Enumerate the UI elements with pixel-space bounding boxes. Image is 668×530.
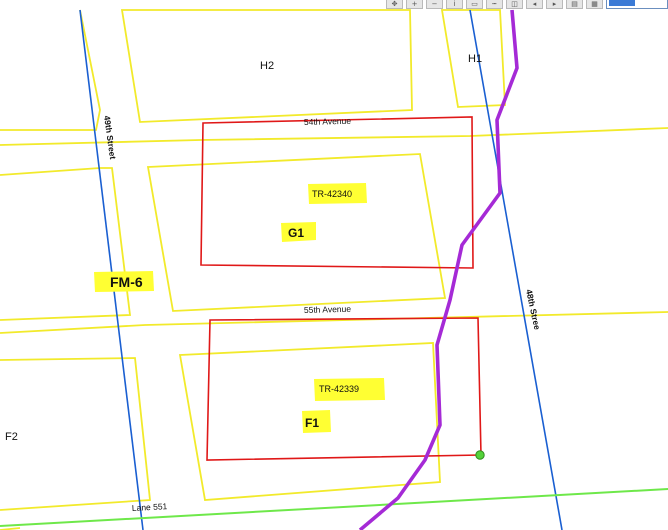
street-label-lane-551: Lane 551	[132, 501, 168, 513]
tract-label-42339: TR-42339	[319, 384, 359, 394]
zoom-out-icon[interactable]: −	[426, 0, 443, 9]
street-line-48th[interactable]	[469, 9, 563, 530]
street-label-54th-ave: 54th Avenue	[304, 116, 352, 127]
print-icon[interactable]: ▤	[566, 0, 583, 9]
lane-line-551[interactable]	[0, 488, 668, 527]
measure-icon[interactable]: ┅	[486, 0, 503, 9]
forward-icon[interactable]: ▸	[546, 0, 563, 9]
back-icon[interactable]: ◂	[526, 0, 543, 9]
parcel-label-f2: F2	[5, 431, 18, 443]
select-icon[interactable]: ▭	[466, 0, 483, 9]
tract-label-42340: TR-42340	[312, 189, 352, 199]
map-canvas[interactable]: H2 H1 G1 F1 F2 FM-6 TR-42340 TR-42339 49…	[0, 0, 668, 530]
parcel-lines	[0, 9, 668, 530]
parcel-label-g1: G1	[288, 226, 304, 240]
vertex-handle[interactable]	[475, 450, 485, 460]
scale-dropdown[interactable]	[606, 0, 668, 9]
street-label-49th: 49th Street	[102, 115, 118, 160]
map-toolbar: ✥ + − i ▭ ┅ ◫ ◂ ▸ ▤ ▦	[378, 0, 668, 10]
street-label-48th: 48th Stree	[524, 288, 542, 331]
full-extent-icon[interactable]: ◫	[506, 0, 523, 9]
pan-icon[interactable]: ✥	[386, 0, 403, 9]
export-icon[interactable]: ▦	[586, 0, 603, 9]
parcel-label-h2: H2	[260, 60, 274, 72]
parcel-label-f1: F1	[305, 416, 319, 430]
street-label-55th-ave: 55th Avenue	[304, 304, 352, 315]
identify-icon[interactable]: i	[446, 0, 463, 9]
parcel-label-h1: H1	[468, 53, 482, 65]
zoom-in-icon[interactable]: +	[406, 0, 423, 9]
area-label-fm6: FM-6	[110, 274, 143, 290]
street-line-49th[interactable]	[79, 9, 144, 530]
